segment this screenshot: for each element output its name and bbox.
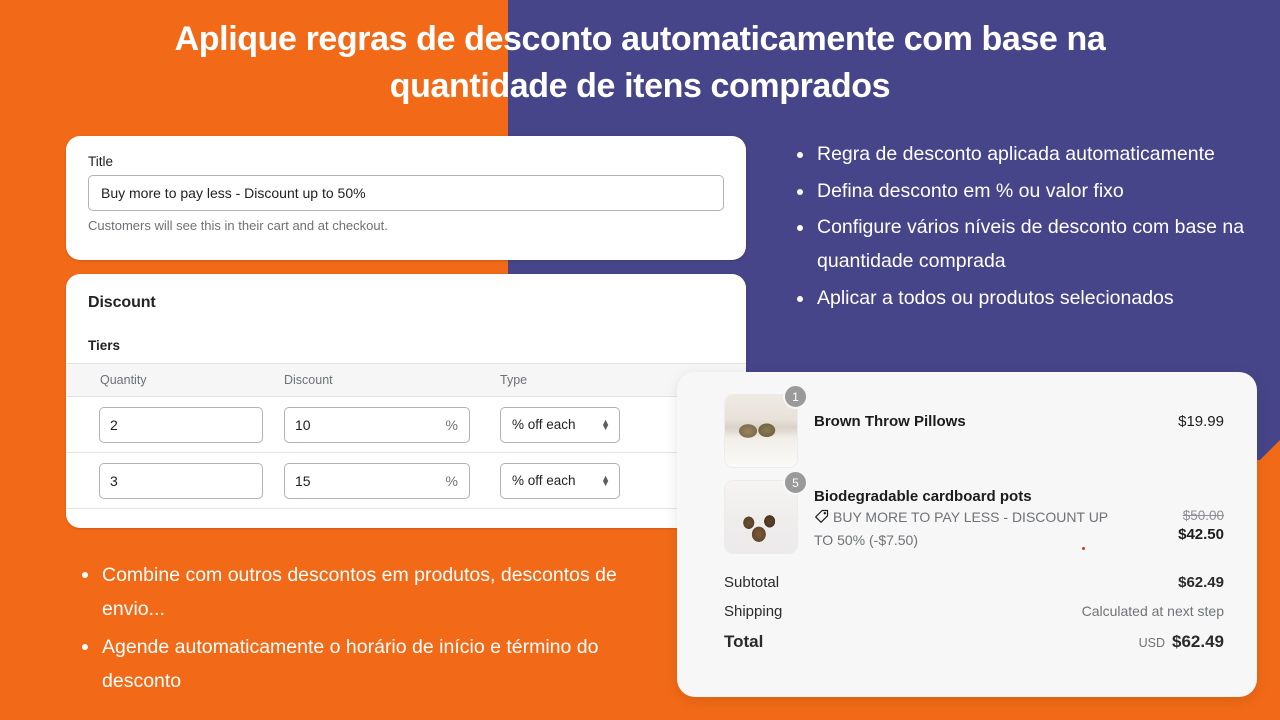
- cart-summary-card: 1 Brown Throw Pillows $19.99 5 Biodegrad…: [677, 372, 1257, 697]
- tier-quantity-input[interactable]: 3: [99, 462, 263, 499]
- percent-suffix: %: [445, 472, 458, 489]
- total-currency: USD: [1138, 636, 1165, 650]
- discount-tag-icon: [814, 509, 829, 530]
- tier-discount-input[interactable]: 10 %: [284, 406, 470, 443]
- feature-list-bottom: Combine com outros descontos em produtos…: [72, 558, 672, 701]
- cart-item-price: $19.99: [1178, 413, 1224, 430]
- shipping-row: Shipping Calculated at next step: [724, 603, 1224, 620]
- discount-card: Discount Tiers Quantity Discount Type 2 …: [66, 274, 746, 528]
- cart-item-price-original: $50.00: [1182, 508, 1224, 523]
- cart-line-item: 1 Brown Throw Pillows $19.99: [724, 384, 1224, 468]
- total-label: Total: [724, 632, 764, 651]
- tier-type-select[interactable]: % off each ▲ ▼: [500, 462, 620, 499]
- cart-item-name: Brown Throw Pillows: [814, 413, 966, 430]
- quantity-badge: 1: [783, 384, 808, 409]
- percent-suffix: %: [445, 416, 458, 433]
- feature-list-right: Regra de desconto aplicada automaticamen…: [790, 138, 1260, 319]
- table-row: 3 15 % % off each ▲ ▼: [66, 453, 746, 509]
- tier-type-select[interactable]: % off each ▲ ▼: [500, 406, 620, 443]
- tier-discount-input[interactable]: 15 %: [284, 462, 470, 499]
- subtotal-value: $62.49: [1178, 574, 1224, 591]
- page-headline: Aplique regras de desconto automaticamen…: [174, 20, 1106, 105]
- cart-line-item: 5 Biodegradable cardboard pots BUY MORE …: [724, 470, 1224, 554]
- tiers-table-header: Quantity Discount Type: [66, 363, 746, 397]
- cart-item-price-discounted: $42.50: [1178, 526, 1224, 543]
- shipping-label: Shipping: [724, 603, 783, 620]
- column-header-quantity: Quantity: [100, 373, 147, 387]
- table-row: 2 10 % % off each ▲ ▼: [66, 397, 746, 453]
- subtotal-label: Subtotal: [724, 574, 780, 591]
- list-item: Defina desconto em % ou valor fixo: [790, 175, 1260, 209]
- quantity-badge: 5: [783, 470, 808, 495]
- stepper-arrows-icon: ▲ ▼: [601, 472, 610, 488]
- title-help-text: Customers will see this in their cart an…: [88, 218, 388, 233]
- list-item: Combine com outros descontos em produtos…: [72, 558, 672, 627]
- list-item: Agende automaticamente o horário de iníc…: [72, 630, 672, 699]
- cart-item-discount-text: BUY MORE TO PAY LESS - DISCOUNT UP TO 50…: [814, 509, 1108, 548]
- tier-discount-cell: 10 %: [282, 406, 498, 443]
- cart-totals: Subtotal $62.49 Shipping Calculated at n…: [724, 574, 1224, 652]
- promo-banner: Aplique regras de desconto automaticamen…: [0, 0, 1280, 720]
- shipping-value: Calculated at next step: [1081, 603, 1224, 619]
- stepper-arrows-icon: ▲ ▼: [601, 416, 610, 432]
- tier-discount-value: 10: [295, 416, 311, 433]
- cart-item-thumbnail-wrap: 5: [724, 470, 808, 554]
- tier-quantity-cell: 2: [66, 406, 282, 443]
- cart-item-details: Brown Throw Pillows: [798, 394, 1138, 430]
- cursor-dot-marker: [1082, 547, 1085, 550]
- cart-item-discount-note: BUY MORE TO PAY LESS - DISCOUNT UP TO 50…: [814, 507, 1119, 551]
- tier-discount-value: 15: [295, 472, 311, 489]
- tier-discount-cell: 15 %: [282, 462, 498, 499]
- subtotal-row: Subtotal $62.49: [724, 574, 1224, 591]
- list-item: Regra de desconto aplicada automaticamen…: [790, 138, 1260, 172]
- title-input[interactable]: Buy more to pay less - Discount up to 50…: [88, 175, 724, 211]
- cart-item-price-block: $19.99: [1138, 394, 1224, 431]
- title-card: Title Buy more to pay less - Discount up…: [66, 136, 746, 260]
- cart-item-details: Biodegradable cardboard pots BUY MORE TO…: [798, 480, 1138, 551]
- discount-heading: Discount: [88, 294, 156, 311]
- tiers-table: Quantity Discount Type 2 10 % % off each: [66, 363, 746, 509]
- tier-type-value: % off each: [512, 417, 576, 432]
- list-item: Aplicar a todos ou produtos selecionados: [790, 282, 1260, 316]
- cart-item-thumbnail-wrap: 1: [724, 384, 808, 468]
- column-header-discount: Discount: [284, 373, 333, 387]
- list-item: Configure vários níveis de desconto com …: [790, 211, 1260, 278]
- tier-quantity-cell: 3: [66, 462, 282, 499]
- grand-total-row: Total USD $62.49: [724, 632, 1224, 652]
- tier-quantity-input[interactable]: 2: [99, 406, 263, 443]
- total-amount-block: USD $62.49: [1139, 632, 1224, 652]
- tiers-subheading: Tiers: [88, 338, 121, 353]
- cart-item-name: Biodegradable cardboard pots: [814, 488, 1032, 505]
- total-value: $62.49: [1172, 632, 1224, 651]
- title-field-label: Title: [88, 154, 114, 169]
- cart-item-price-block: $50.00 $42.50: [1138, 480, 1224, 543]
- tier-type-value: % off each: [512, 473, 576, 488]
